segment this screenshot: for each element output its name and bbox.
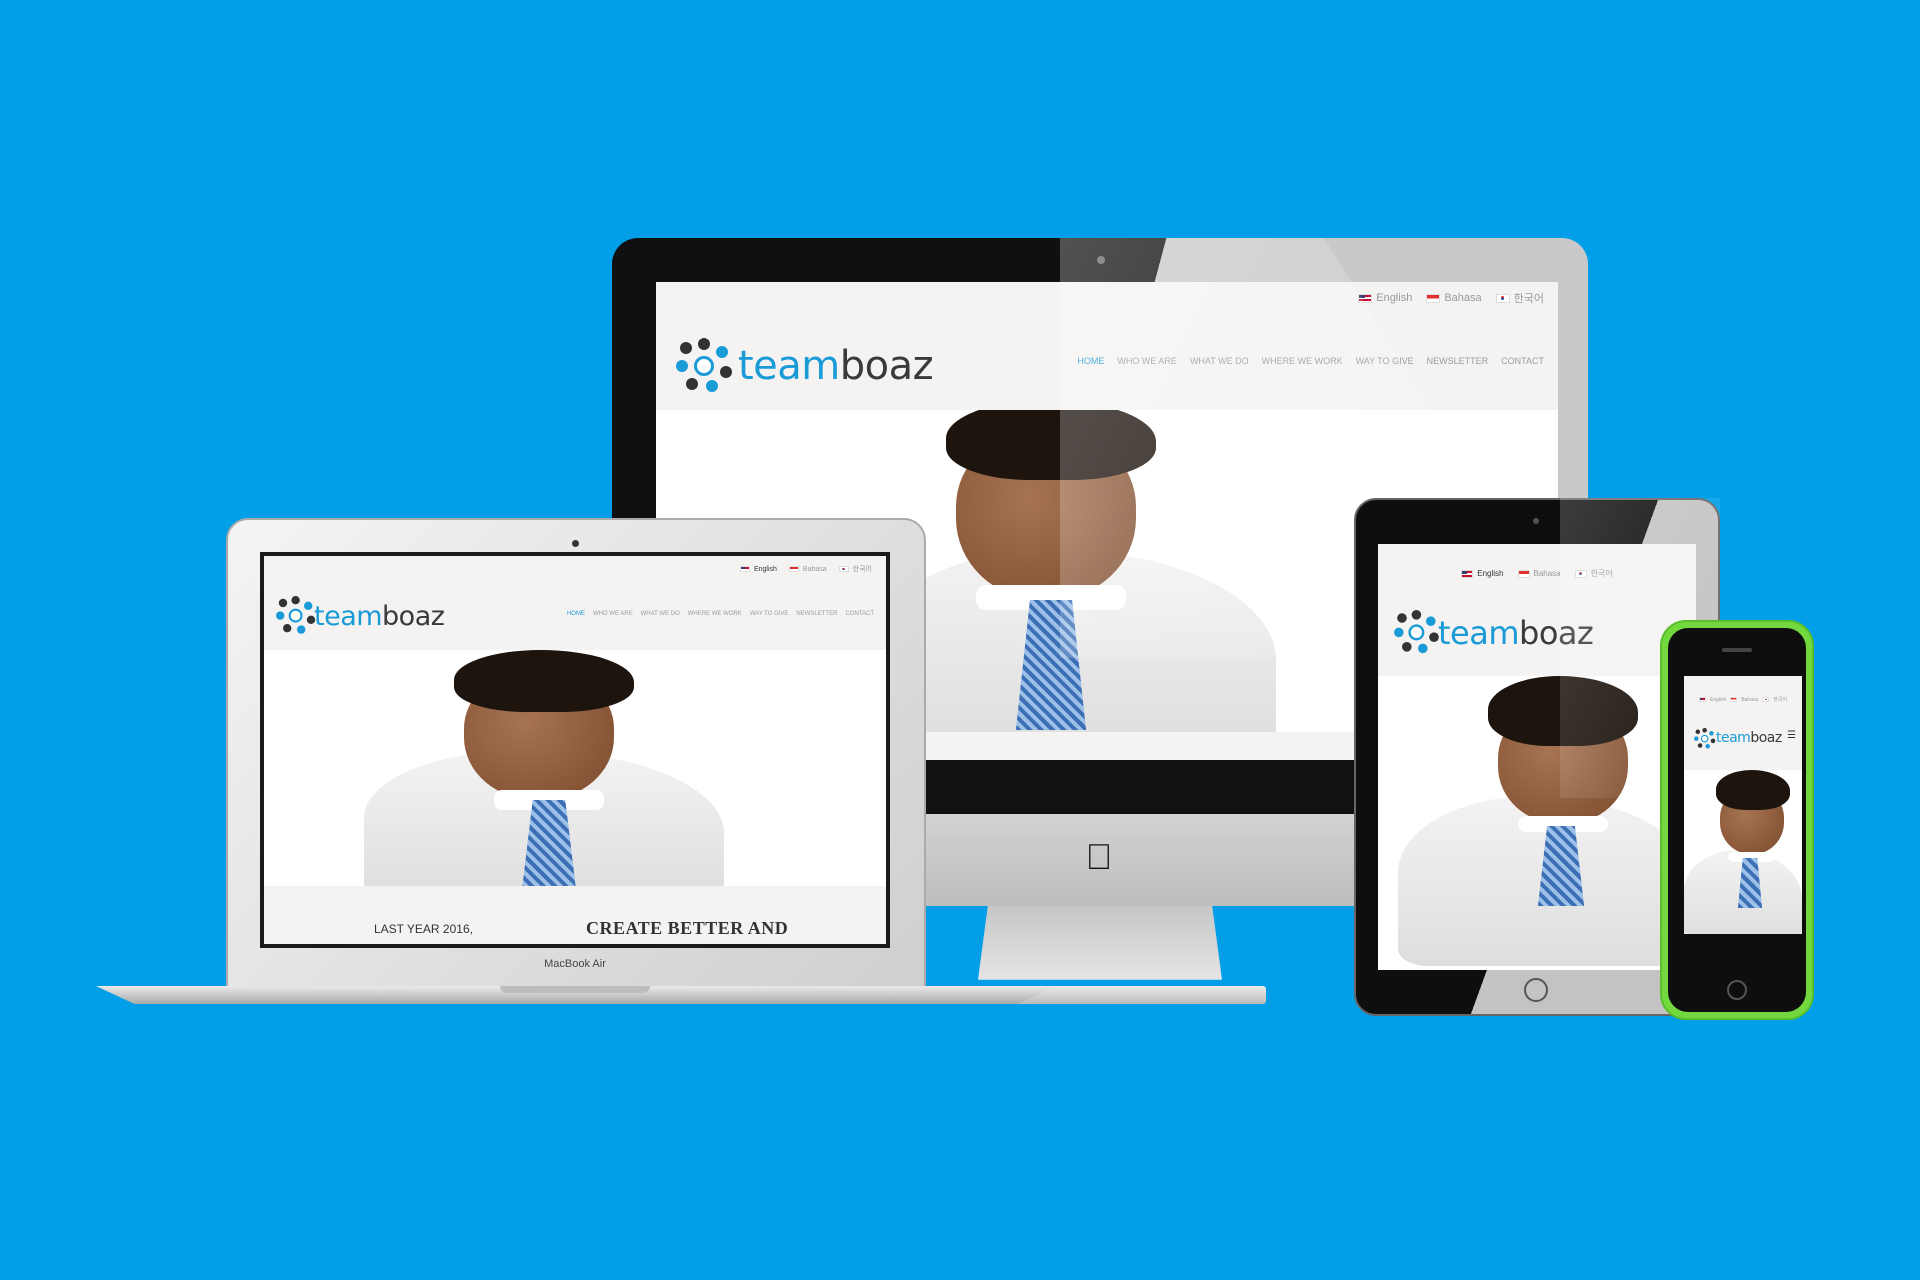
macbook-label: MacBook Air bbox=[544, 958, 606, 970]
korea-flag-icon bbox=[838, 566, 849, 572]
logo-people-icon bbox=[676, 338, 732, 394]
logo-text-boaz: boaz bbox=[382, 600, 445, 632]
indonesia-flag-icon bbox=[1426, 293, 1441, 303]
logo-text-boaz: boaz bbox=[1750, 730, 1782, 746]
imac-stand bbox=[978, 906, 1222, 980]
nav-who-we-are[interactable]: WHO WE ARE bbox=[1117, 356, 1177, 366]
lang-bahasa[interactable]: Bahasa bbox=[1426, 292, 1482, 304]
lang-bahasa[interactable]: Bahasa bbox=[1730, 697, 1758, 703]
logo-text-boaz: boaz bbox=[1519, 614, 1594, 652]
ipad-screen: English Bahasa 한국어 teamboaz bbox=[1378, 544, 1696, 970]
indonesia-flag-icon bbox=[788, 566, 799, 572]
nav-where-we-work[interactable]: WHERE WE WORK bbox=[1262, 356, 1343, 366]
apple-logo-icon:  bbox=[1081, 836, 1117, 878]
nav-home[interactable]: HOME bbox=[1077, 356, 1104, 366]
main-nav: HOME WHO WE ARE WHAT WE DO WHERE WE WORK… bbox=[567, 611, 874, 617]
logo-text-team: team bbox=[314, 600, 383, 632]
lang-english[interactable]: English bbox=[1461, 569, 1504, 578]
us-flag-icon bbox=[1461, 569, 1474, 578]
hero-image bbox=[1378, 676, 1696, 970]
ipad-home-button[interactable] bbox=[1524, 978, 1548, 1002]
indonesia-flag-icon bbox=[1730, 697, 1738, 702]
us-flag-icon bbox=[1698, 697, 1706, 702]
logo-text-team: team bbox=[1716, 730, 1751, 746]
phone-screen: English Bahasa 한국어 teamboaz ☰ bbox=[1684, 676, 1802, 934]
site-header: English Bahasa 한국어 teamboaz bbox=[1378, 544, 1696, 676]
lang-bahasa[interactable]: Bahasa bbox=[788, 566, 827, 573]
intro-heading: CREATE BETTER AND bbox=[586, 918, 789, 938]
korea-flag-icon bbox=[1495, 293, 1510, 303]
indonesia-flag-icon bbox=[1517, 569, 1530, 578]
logo-people-icon bbox=[276, 596, 316, 634]
boy-photo bbox=[1684, 770, 1802, 934]
lang-korean[interactable]: 한국어 bbox=[838, 564, 872, 574]
logo-people-icon bbox=[1394, 610, 1439, 654]
intro-left-text: LAST YEAR 2016, bbox=[374, 922, 473, 936]
hamburger-menu-icon[interactable]: ☰ bbox=[1787, 730, 1796, 741]
lang-korean[interactable]: 한국어 bbox=[1574, 568, 1613, 579]
hero-image bbox=[1684, 770, 1802, 934]
imac-camera bbox=[1097, 256, 1105, 264]
logo-text-team: team bbox=[738, 343, 840, 389]
site-header: English Bahasa 한국어 teamboaz HOME WHO WE … bbox=[264, 556, 886, 650]
boy-photo bbox=[364, 650, 724, 886]
us-flag-icon bbox=[1358, 293, 1373, 303]
nav-who-we-are[interactable]: WHO WE ARE bbox=[593, 611, 633, 617]
macbook-camera bbox=[572, 540, 579, 547]
site-logo[interactable]: teamboaz bbox=[676, 338, 934, 394]
main-nav: HOME WHO WE ARE WHAT WE DO WHERE WE WORK… bbox=[1077, 356, 1544, 366]
logo-people-icon bbox=[1694, 728, 1716, 749]
lang-bahasa[interactable]: Bahasa bbox=[1517, 569, 1561, 578]
nav-home[interactable]: HOME bbox=[567, 611, 585, 617]
lang-english[interactable]: English bbox=[1358, 292, 1412, 304]
nav-contact[interactable]: CONTACT bbox=[1501, 356, 1544, 366]
nav-newsletter[interactable]: NEWSLETTER bbox=[796, 611, 837, 617]
boy-photo bbox=[876, 410, 1276, 732]
site-logo[interactable]: teamboaz bbox=[1694, 728, 1782, 749]
lang-korean[interactable]: 한국어 bbox=[1762, 696, 1787, 703]
language-switcher: English Bahasa 한국어 bbox=[1684, 696, 1802, 703]
us-flag-icon bbox=[739, 566, 750, 572]
language-switcher: English Bahasa 한국어 bbox=[1378, 568, 1696, 579]
lang-korean[interactable]: 한국어 bbox=[1495, 290, 1544, 306]
logo-text-boaz: boaz bbox=[839, 343, 934, 389]
macbook-screen: English Bahasa 한국어 teamboaz HOME WHO WE … bbox=[264, 556, 886, 944]
language-switcher: English Bahasa 한국어 bbox=[739, 564, 872, 574]
macbook-notch bbox=[500, 986, 650, 993]
nav-contact[interactable]: CONTACT bbox=[845, 611, 874, 617]
korea-flag-icon bbox=[1762, 697, 1770, 702]
lang-english[interactable]: English bbox=[739, 566, 777, 573]
korea-flag-icon bbox=[1574, 569, 1587, 578]
nav-where-we-work[interactable]: WHERE WE WORK bbox=[688, 611, 742, 617]
logo-text-team: team bbox=[1438, 614, 1520, 652]
phone-speaker bbox=[1722, 648, 1752, 652]
lang-english[interactable]: English bbox=[1698, 697, 1726, 703]
nav-what-we-do[interactable]: WHAT WE DO bbox=[641, 611, 680, 617]
language-switcher: English Bahasa 한국어 bbox=[1358, 290, 1544, 306]
site-logo[interactable]: teamboaz bbox=[276, 596, 445, 636]
boy-photo bbox=[1398, 676, 1696, 966]
nav-way-to-give[interactable]: WAY TO GIVE bbox=[1356, 356, 1414, 366]
nav-what-we-do[interactable]: WHAT WE DO bbox=[1190, 356, 1249, 366]
nav-way-to-give[interactable]: WAY TO GIVE bbox=[750, 611, 789, 617]
nav-newsletter[interactable]: NEWSLETTER bbox=[1427, 356, 1489, 366]
site-header: English Bahasa 한국어 teamboaz HOME WHO WE … bbox=[656, 282, 1558, 410]
site-logo[interactable]: teamboaz bbox=[1394, 610, 1594, 656]
hero-image bbox=[264, 650, 886, 886]
site-header: English Bahasa 한국어 teamboaz ☰ bbox=[1684, 676, 1802, 770]
ipad-camera bbox=[1533, 518, 1539, 524]
phone-home-button[interactable] bbox=[1727, 980, 1747, 1000]
